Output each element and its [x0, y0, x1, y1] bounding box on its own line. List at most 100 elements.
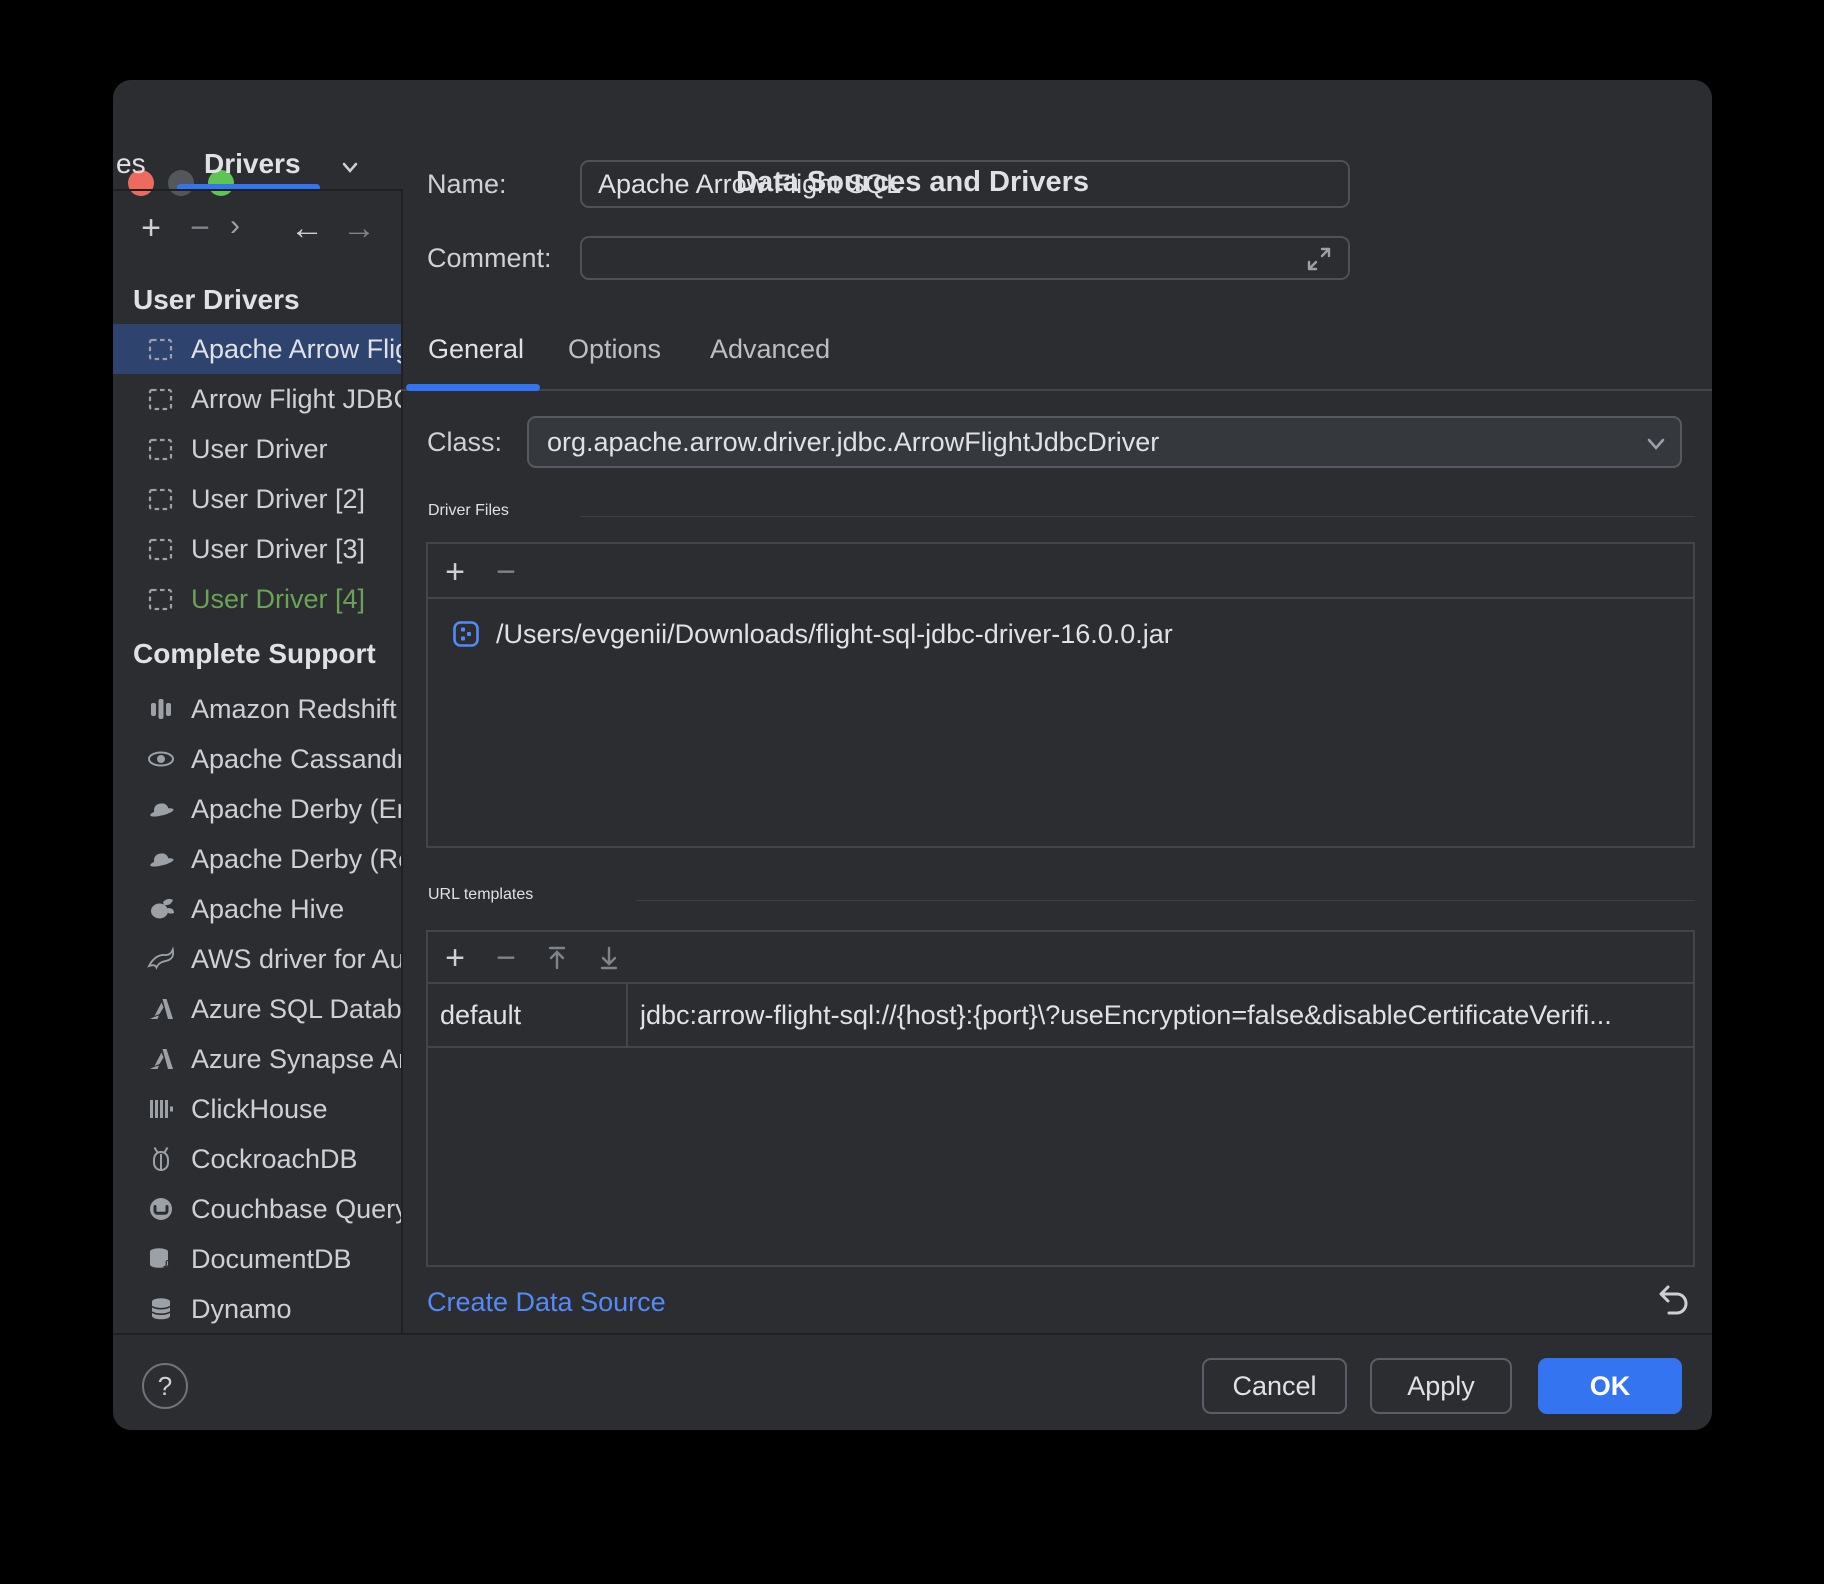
sidebar-item-user-driver-3[interactable]: User Driver [3]: [113, 524, 401, 574]
expand-comment-icon[interactable]: [1302, 242, 1336, 281]
user-drivers-items: Apache Arrow Flight SQL Arrow Flight JDBC…: [113, 324, 401, 624]
cancel-button[interactable]: Cancel: [1202, 1358, 1347, 1414]
class-combobox[interactable]: org.apache.arrow.driver.jdbc.ArrowFlight…: [527, 416, 1682, 468]
move-down-icon[interactable]: [592, 941, 626, 980]
ok-button[interactable]: OK: [1538, 1358, 1682, 1414]
add-driver-button[interactable]: +: [133, 210, 169, 246]
redshift-icon: [145, 693, 177, 725]
tab-options[interactable]: Options: [568, 332, 661, 366]
user-driver-icon: [145, 383, 177, 415]
sidebar-item-label: Azure SQL Database: [191, 994, 401, 1025]
sidebar-item-user-driver-2[interactable]: User Driver [2]: [113, 474, 401, 524]
general-tab-underline: [406, 384, 540, 391]
move-up-icon[interactable]: [540, 941, 574, 980]
sidebar-item-label: ClickHouse: [191, 1094, 328, 1125]
sidebar-item-clickhouse[interactable]: ClickHouse: [113, 1084, 401, 1134]
user-driver-icon: [145, 333, 177, 365]
help-button[interactable]: ?: [142, 1363, 188, 1409]
undo-icon[interactable]: [1650, 1280, 1692, 1327]
class-value: org.apache.arrow.driver.jdbc.ArrowFlight…: [547, 427, 1159, 458]
add-template-button[interactable]: +: [437, 940, 473, 976]
derby-icon: [145, 843, 177, 875]
url-template-row[interactable]: default jdbc:arrow-flight-sql://{host}:{…: [428, 984, 1693, 1046]
chevron-down-icon[interactable]: [335, 152, 365, 187]
driver-file-row[interactable]: /Users/evgenii/Downloads/flight-sql-jdbc…: [428, 599, 1693, 669]
url-column-divider: [626, 984, 628, 1046]
driver-files-rows: /Users/evgenii/Downloads/flight-sql-jdbc…: [428, 599, 1693, 669]
expand-chevron-button[interactable]: ›: [217, 208, 253, 244]
url-row-divider: [428, 1046, 1693, 1048]
sidebar-item-label: Apache Arrow Flight SQL: [191, 334, 401, 365]
hive-icon: [145, 893, 177, 925]
sidebar-item-label: User Driver [2]: [191, 484, 365, 515]
sidebar-item-apache-derby-embedded[interactable]: Apache Derby (Embedded): [113, 784, 401, 834]
sidebar-item-amazon-redshift[interactable]: Amazon Redshift: [113, 684, 401, 734]
tabstrip-divider: [113, 189, 401, 191]
remove-file-button[interactable]: −: [488, 554, 524, 590]
template-name-cell: default: [440, 998, 620, 1032]
sidebar-item-label: Couchbase Query: [191, 1194, 401, 1225]
url-templates-header: URL templates: [428, 886, 533, 904]
sidebar-item-label: Arrow Flight JDBC: [191, 384, 401, 415]
sidebar-item-label: User Driver [3]: [191, 534, 365, 565]
url-templates-rule: [636, 900, 1695, 901]
name-input[interactable]: [580, 160, 1350, 208]
sidebar-item-label: Azure Synapse Analytics: [191, 1044, 401, 1075]
class-label: Class:: [427, 427, 502, 457]
sidebar-item-cockroachdb[interactable]: CockroachDB: [113, 1134, 401, 1184]
sidebar-item-label: Apache Hive: [191, 894, 344, 925]
back-arrow-button[interactable]: ←: [289, 210, 325, 246]
complete-support-items: Amazon RedshiftApache Cassandra Apache De…: [113, 684, 401, 1334]
cassandra-icon: [145, 743, 177, 775]
driver-file-path: /Users/evgenii/Downloads/flight-sql-jdbc…: [496, 619, 1173, 650]
azure-icon: [145, 993, 177, 1025]
sidebar-item-documentdb[interactable]: {}DocumentDB: [113, 1234, 401, 1284]
comment-input[interactable]: [580, 236, 1350, 280]
chevron-down-icon: [1641, 429, 1671, 466]
sidebar-item-label: CockroachDB: [191, 1144, 358, 1175]
driver-list: User Drivers Apache Arrow Flight SQL Arro…: [113, 276, 401, 1334]
sidebar-item-apache-arrow-flight-sql[interactable]: Apache Arrow Flight SQL: [113, 324, 401, 374]
complete-support-header: Complete Support: [113, 624, 401, 684]
sidebar-item-dynamo[interactable]: Dynamo: [113, 1284, 401, 1334]
sidebar-item-apache-cassandra[interactable]: Apache Cassandra: [113, 734, 401, 784]
user-driver-icon: [145, 583, 177, 615]
driver-files-header: Driver Files: [428, 502, 509, 520]
comment-label: Comment:: [427, 243, 552, 273]
sidebar-item-aws-driver-for-aurora-mysql[interactable]: AWS driver for Aurora MySQL: [113, 934, 401, 984]
remove-driver-button[interactable]: −: [182, 210, 218, 246]
dolphin-icon: [145, 943, 177, 975]
form-tabs-divider: [401, 389, 1712, 391]
tab-drivers[interactable]: Drivers: [204, 144, 301, 184]
data-sources-and-drivers-dialog: Data Sources and Drivers es Drivers + − …: [113, 80, 1712, 1430]
sidebar-item-apache-hive[interactable]: Apache Hive: [113, 884, 401, 934]
remove-template-button[interactable]: −: [488, 940, 524, 976]
forward-arrow-button[interactable]: →: [341, 210, 377, 246]
sidebar-item-apache-derby-remote[interactable]: Apache Derby (Remote): [113, 834, 401, 884]
create-data-source-link[interactable]: Create Data Source: [427, 1285, 666, 1319]
sidebar-item-couchbase-query[interactable]: Couchbase Query: [113, 1184, 401, 1234]
footer-divider: [113, 1333, 1712, 1335]
add-file-button[interactable]: +: [437, 554, 473, 590]
sidebar-item-label: Apache Derby (Embedded): [191, 794, 401, 825]
sidebar-item-user-driver-4[interactable]: User Driver [4]: [113, 574, 401, 624]
user-drivers-header: User Drivers: [113, 276, 401, 324]
tab-general[interactable]: General: [428, 332, 524, 366]
sidebar-item-label: AWS driver for Aurora MySQL: [191, 944, 401, 975]
tab-advanced[interactable]: Advanced: [710, 332, 830, 366]
sidebar-item-arrow-flight-jdbc[interactable]: Arrow Flight JDBC: [113, 374, 401, 424]
sidebar-item-azure-synapse-analytics[interactable]: Azure Synapse Analytics: [113, 1034, 401, 1084]
dynamo-icon: [145, 1293, 177, 1325]
sidebar-item-label: DocumentDB: [191, 1244, 352, 1275]
user-driver-icon: [145, 483, 177, 515]
sidebar-item-user-driver[interactable]: User Driver: [113, 424, 401, 474]
sidebar-item-label: Dynamo: [191, 1294, 292, 1325]
azure-icon: [145, 1043, 177, 1075]
tab-data-sources-partial[interactable]: es: [116, 144, 146, 184]
sidebar-item-label: Apache Derby (Remote): [191, 844, 401, 875]
sidebar-item-azure-sql-database[interactable]: Azure SQL Database: [113, 984, 401, 1034]
jar-icon: [450, 618, 482, 650]
user-driver-icon: [145, 533, 177, 565]
apply-button[interactable]: Apply: [1370, 1358, 1512, 1414]
driver-files-rule: [580, 516, 1695, 517]
